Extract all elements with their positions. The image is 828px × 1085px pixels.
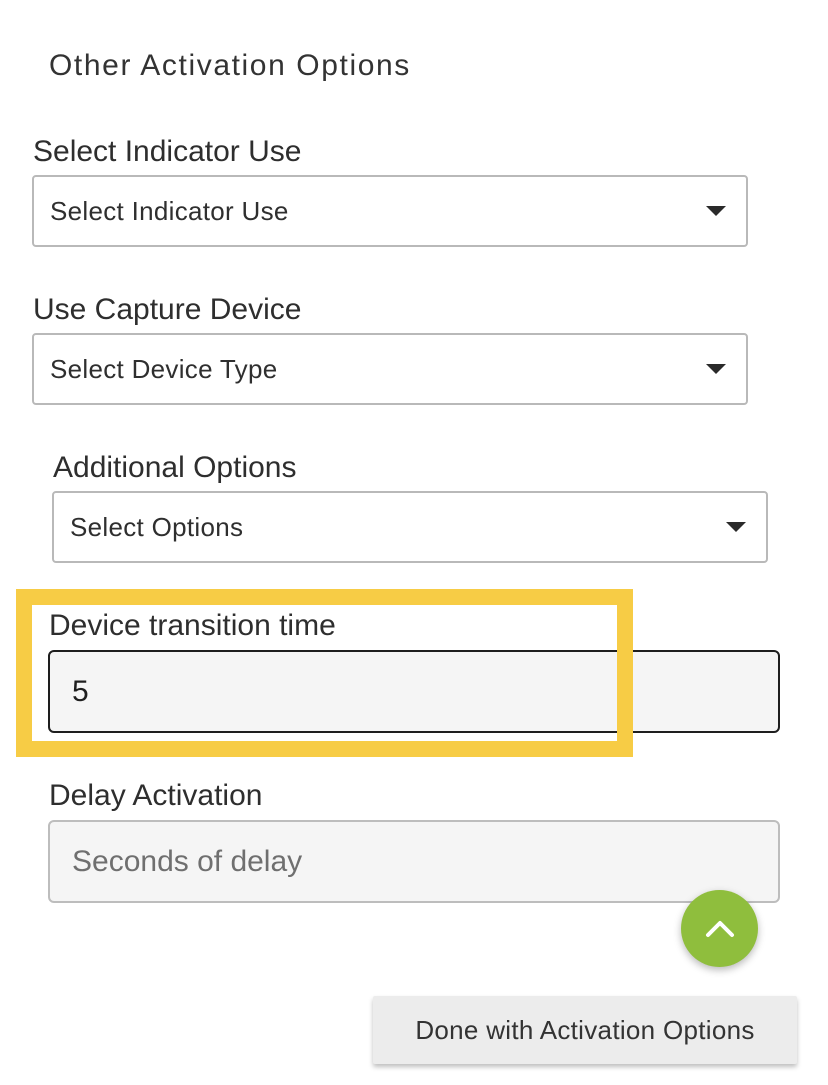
indicator-use-label: Select Indicator Use bbox=[33, 135, 302, 168]
scroll-to-top-button[interactable] bbox=[681, 890, 758, 967]
additional-options-label: Additional Options bbox=[53, 451, 297, 484]
section-title: Other Activation Options bbox=[49, 49, 411, 82]
chevron-down-icon bbox=[706, 206, 726, 216]
transition-time-label: Device transition time bbox=[49, 609, 336, 642]
chevron-down-icon bbox=[706, 364, 726, 374]
additional-options-select[interactable]: Select Options bbox=[52, 491, 768, 563]
delay-seconds-input[interactable] bbox=[48, 820, 780, 903]
transition-time-input[interactable] bbox=[48, 650, 780, 733]
capture-device-label: Use Capture Device bbox=[33, 293, 302, 326]
done-activation-options-button[interactable]: Done with Activation Options bbox=[373, 996, 797, 1064]
additional-options-select-value: Select Options bbox=[70, 511, 244, 542]
device-type-select-value: Select Device Type bbox=[50, 353, 278, 384]
indicator-use-select[interactable]: Select Indicator Use bbox=[32, 175, 748, 247]
chevron-up-icon bbox=[705, 920, 734, 937]
chevron-down-icon bbox=[726, 522, 746, 532]
device-type-select[interactable]: Select Device Type bbox=[32, 333, 748, 405]
indicator-use-select-value: Select Indicator Use bbox=[50, 195, 289, 226]
delay-activation-label: Delay Activation bbox=[49, 779, 263, 812]
